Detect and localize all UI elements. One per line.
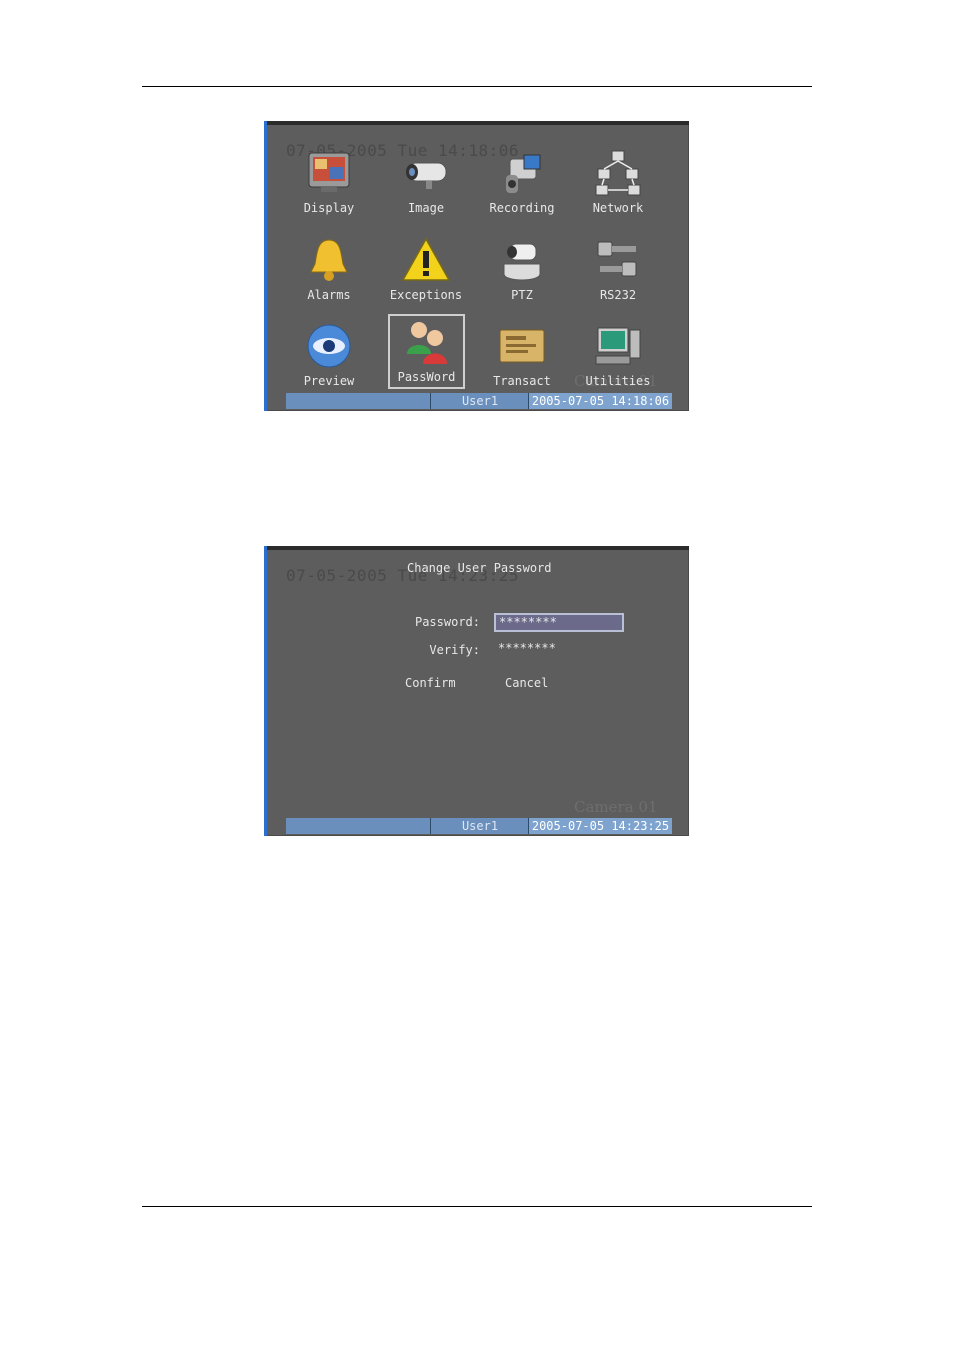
- menu-item-preview[interactable]: Preview: [286, 316, 372, 396]
- menu-item-alarms[interactable]: Alarms: [286, 230, 372, 310]
- status-datetime: 2005-07-05 14:18:06: [528, 393, 672, 409]
- status-user: User1: [430, 393, 529, 409]
- serial-connector-icon: [597, 241, 637, 277]
- left-accent-bar: [264, 546, 267, 836]
- menu-item-label: PassWord: [397, 370, 456, 384]
- menu-item-label: Exceptions: [389, 288, 463, 302]
- status-bar: User1 2005-07-05 14:23:25: [286, 818, 672, 834]
- menu-item-label: Preview: [303, 374, 355, 388]
- left-accent-bar: [264, 121, 267, 411]
- status-datetime: 2005-07-05 14:23:25: [528, 818, 672, 834]
- menu-item-label: Recording: [489, 201, 555, 215]
- status-user: User1: [430, 818, 529, 834]
- menu-item-label: Alarms: [307, 288, 351, 302]
- menu-item-label: Network: [592, 201, 644, 215]
- camcorder-icon: [506, 154, 541, 193]
- network-icon: [595, 150, 641, 196]
- menu-item-label: RS232: [599, 288, 637, 302]
- menu-item-recording[interactable]: Recording: [479, 143, 565, 223]
- menu-item-label: Display: [303, 201, 355, 215]
- status-segment-empty: [286, 818, 430, 834]
- footer-rule: [142, 1206, 812, 1207]
- menu-item-image[interactable]: Image: [383, 143, 469, 223]
- menu-item-ptz[interactable]: PTZ: [479, 230, 565, 310]
- computer-icon: [595, 327, 641, 365]
- password-value: ********: [499, 615, 557, 629]
- menu-item-rs232[interactable]: RS232: [575, 230, 661, 310]
- menu-item-transact[interactable]: Transact: [479, 316, 565, 396]
- cancel-button[interactable]: Cancel: [505, 676, 548, 690]
- password-field[interactable]: ********: [494, 613, 624, 632]
- header-rule: [142, 86, 812, 87]
- camera-overlay: Camera 01: [574, 798, 658, 816]
- dialog-title: Change User Password: [407, 561, 552, 575]
- confirm-button[interactable]: Confirm: [405, 676, 456, 690]
- main-menu-screen: 07-05-2005 Tue 14:18:06 Camera 01 Displa…: [264, 121, 689, 411]
- menu-item-network[interactable]: Network: [575, 143, 661, 223]
- top-bar: [264, 546, 689, 550]
- verify-field[interactable]: ********: [498, 641, 556, 655]
- menu-item-label: PTZ: [511, 288, 533, 302]
- warning-icon: [401, 237, 451, 281]
- users-icon: [406, 322, 447, 364]
- card-icon: [499, 329, 545, 363]
- password-dialog-screen: 07-05-2005 Tue 14:23:25 Change User Pass…: [264, 546, 689, 836]
- status-segment-empty: [286, 393, 430, 409]
- menu-item-utilities[interactable]: Utilities: [575, 316, 661, 396]
- top-bar: [264, 121, 689, 125]
- menu-item-display[interactable]: Display: [286, 143, 372, 223]
- menu-item-label: Transact: [493, 374, 551, 388]
- bell-icon: [310, 239, 348, 281]
- menu-item-label: Utilities: [585, 374, 651, 388]
- menu-item-label: Image: [407, 201, 445, 215]
- menu-item-password[interactable]: PassWord: [388, 314, 465, 389]
- status-bar: User1 2005-07-05 14:18:06: [286, 393, 672, 409]
- verify-label: Verify:: [429, 643, 480, 657]
- menu-item-exceptions[interactable]: Exceptions: [383, 230, 469, 310]
- ptz-camera-icon: [503, 243, 541, 281]
- display-icon: [308, 152, 350, 192]
- password-label: Password:: [414, 615, 480, 629]
- camera-icon: [406, 162, 447, 189]
- eye-icon: [307, 324, 351, 368]
